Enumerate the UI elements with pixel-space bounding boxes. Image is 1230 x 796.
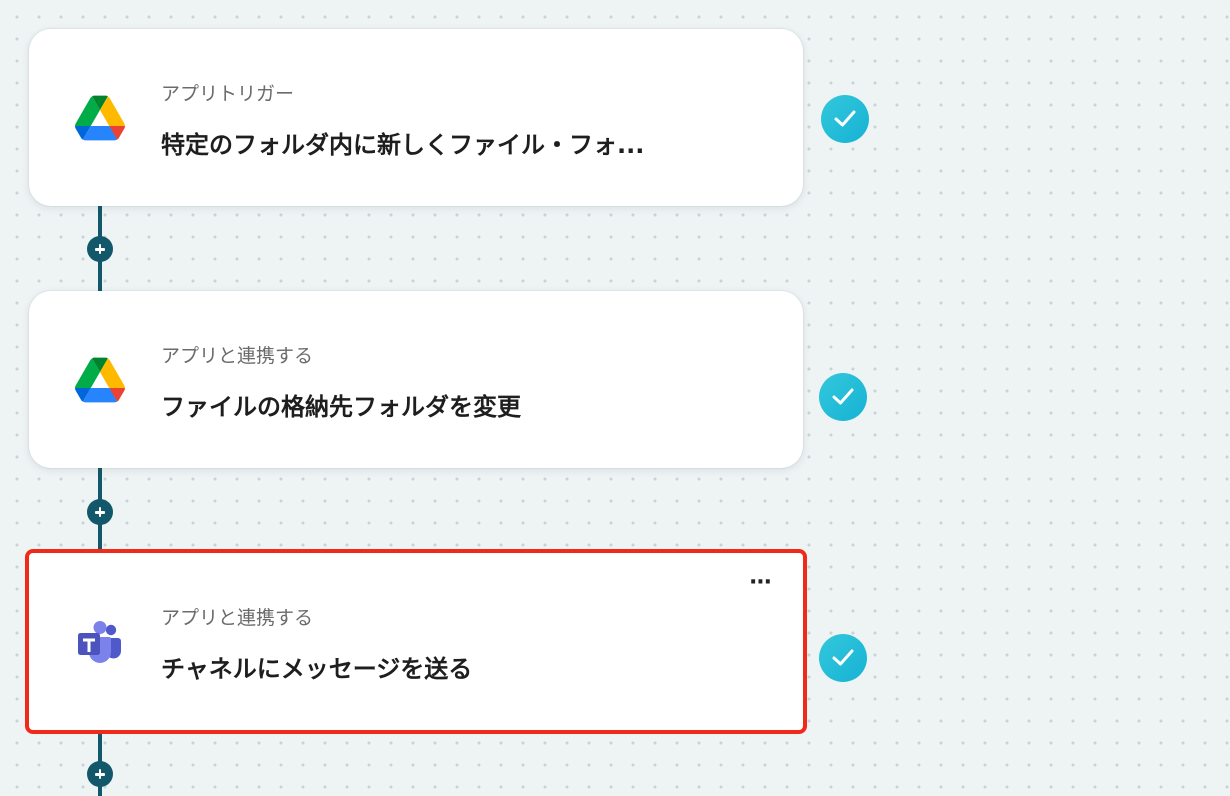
- step-title: チャネルにメッセージを送る: [161, 655, 473, 683]
- more-options-button[interactable]: ···: [745, 572, 775, 595]
- flow-step-card[interactable]: アプリトリガー 特定のフォルダ内に新しくファイル・フォ...: [29, 29, 803, 206]
- microsoft-teams-icon: [75, 619, 125, 665]
- step-type-label: アプリと連携する: [161, 345, 314, 367]
- step-type-label: アプリと連携する: [161, 607, 314, 629]
- google-drive-icon: [75, 357, 125, 403]
- step-title: 特定のフォルダ内に新しくファイル・フォ...: [161, 131, 645, 159]
- add-step-button[interactable]: [87, 499, 113, 525]
- add-step-button[interactable]: [87, 761, 113, 787]
- step-title: ファイルの格納先フォルダを変更: [161, 393, 521, 421]
- add-step-button[interactable]: [87, 236, 113, 262]
- flow-step-card[interactable]: アプリと連携する ファイルの格納先フォルダを変更: [29, 291, 803, 468]
- google-drive-icon: [75, 95, 125, 141]
- step-completed-check-icon: [819, 373, 867, 421]
- step-type-label: アプリトリガー: [161, 83, 295, 105]
- step-completed-check-icon: [819, 634, 867, 682]
- step-completed-check-icon: [821, 95, 869, 143]
- flow-step-card-selected[interactable]: アプリと連携する チャネルにメッセージを送る ···: [29, 553, 803, 730]
